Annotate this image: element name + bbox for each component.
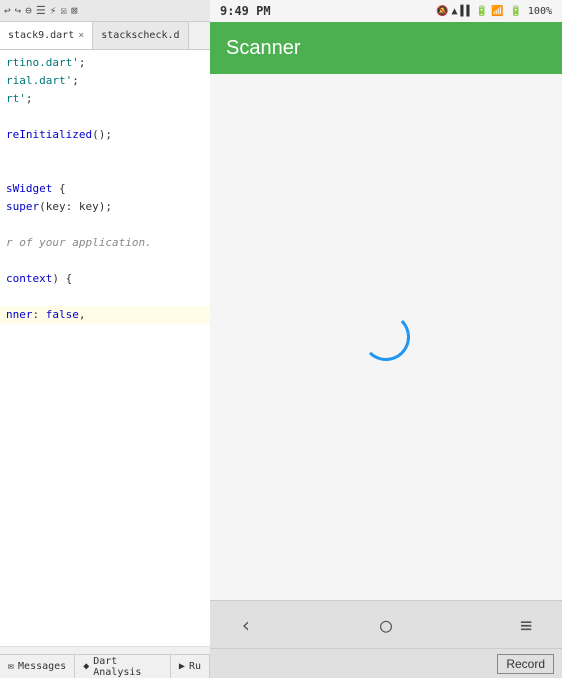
battery-percent: 📶 🔋 100% (491, 6, 552, 17)
code-line-14 (0, 288, 210, 306)
tab-stackscheck[interactable]: stackscheck.d (93, 22, 188, 49)
run-icon: ▶ (179, 661, 185, 672)
undo-icon[interactable]: ↩ (4, 4, 11, 17)
code-line-9: super(key: key); (0, 198, 210, 216)
code-line-3: rt'; (0, 90, 210, 108)
status-time: 9:49 PM (220, 4, 271, 18)
phone-panel: 9:49 PM 🔕 ▲ ▌▌ 🔋 📶 🔋 100% Scanner ‹ ○ ≡ … (210, 0, 562, 678)
code-scrollbar[interactable] (0, 646, 210, 654)
code-line-4 (0, 108, 210, 126)
code-line-8: sWidget { (0, 180, 210, 198)
code-line-6 (0, 144, 210, 162)
bottom-bar: ✉ Messages ◆ Dart Analysis ▶ Ru (0, 654, 210, 678)
signal-icon: ▌▌ (460, 6, 472, 17)
notification-icon: 🔕 (436, 6, 448, 17)
bottom-tabs: ✉ Messages ◆ Dart Analysis ▶ Ru (0, 655, 210, 678)
code-line-13: context) { (0, 270, 210, 288)
code-content: rtino.dart'; rial.dart'; rt'; reInitiali… (0, 50, 210, 646)
icon5[interactable]: ⊠ (71, 4, 78, 17)
bottom-tab-dart-analysis[interactable]: ◆ Dart Analysis (75, 655, 171, 678)
dart-analysis-icon: ◆ (83, 661, 89, 672)
editor-toolbar: ↩ ↪ ⊖ ☰ ⚡ ☒ ⊠ (0, 0, 210, 22)
battery-icon: 🔋 (476, 6, 488, 17)
code-line-10 (0, 216, 210, 234)
app-title: Scanner (226, 37, 301, 60)
back-button[interactable]: ‹ (240, 613, 252, 637)
phone-nav-bar: ‹ ○ ≡ (210, 600, 562, 648)
tab-stack9-close[interactable]: × (78, 30, 84, 41)
phone-bottom-bar: Record (210, 648, 562, 678)
icon2[interactable]: ☰ (36, 4, 46, 17)
app-bar: Scanner (210, 22, 562, 74)
editor-tabs: stack9.dart × stackscheck.d (0, 22, 210, 50)
messages-icon: ✉ (8, 661, 14, 672)
tab-stackscheck-label: stackscheck.d (101, 30, 179, 41)
record-button[interactable]: Record (497, 654, 554, 674)
bottom-tab-messages[interactable]: ✉ Messages (0, 655, 75, 678)
icon4[interactable]: ☒ (60, 4, 67, 17)
code-line-7 (0, 162, 210, 180)
tab-stack9[interactable]: stack9.dart × (0, 22, 93, 49)
tab-stack9-label: stack9.dart (8, 30, 74, 41)
code-line-11: r of your application. (0, 234, 210, 252)
messages-label: Messages (18, 661, 66, 672)
code-line-12 (0, 252, 210, 270)
code-line-5: reInitialized(); (0, 126, 210, 144)
run-label: Ru (189, 661, 201, 672)
menu-button[interactable]: ≡ (520, 613, 532, 637)
loading-spinner (362, 313, 410, 361)
phone-status-bar: 9:49 PM 🔕 ▲ ▌▌ 🔋 📶 🔋 100% (210, 0, 562, 22)
code-line-15: nner: false, (0, 306, 210, 324)
phone-content (210, 74, 562, 600)
status-icons: 🔕 ▲ ▌▌ 🔋 📶 🔋 100% (436, 6, 552, 17)
icon1[interactable]: ⊖ (25, 4, 32, 17)
code-editor: ↩ ↪ ⊖ ☰ ⚡ ☒ ⊠ stack9.dart × stackscheck.… (0, 0, 210, 678)
code-line-2: rial.dart'; (0, 72, 210, 90)
home-button[interactable]: ○ (380, 613, 392, 637)
redo-icon[interactable]: ↪ (15, 4, 22, 17)
wifi-icon: ▲ (451, 6, 457, 17)
spinner-container (362, 313, 410, 361)
bottom-tab-run[interactable]: ▶ Ru (171, 655, 210, 678)
dart-analysis-label: Dart Analysis (93, 656, 162, 678)
icon3[interactable]: ⚡ (50, 4, 57, 17)
code-line-1: rtino.dart'; (0, 54, 210, 72)
